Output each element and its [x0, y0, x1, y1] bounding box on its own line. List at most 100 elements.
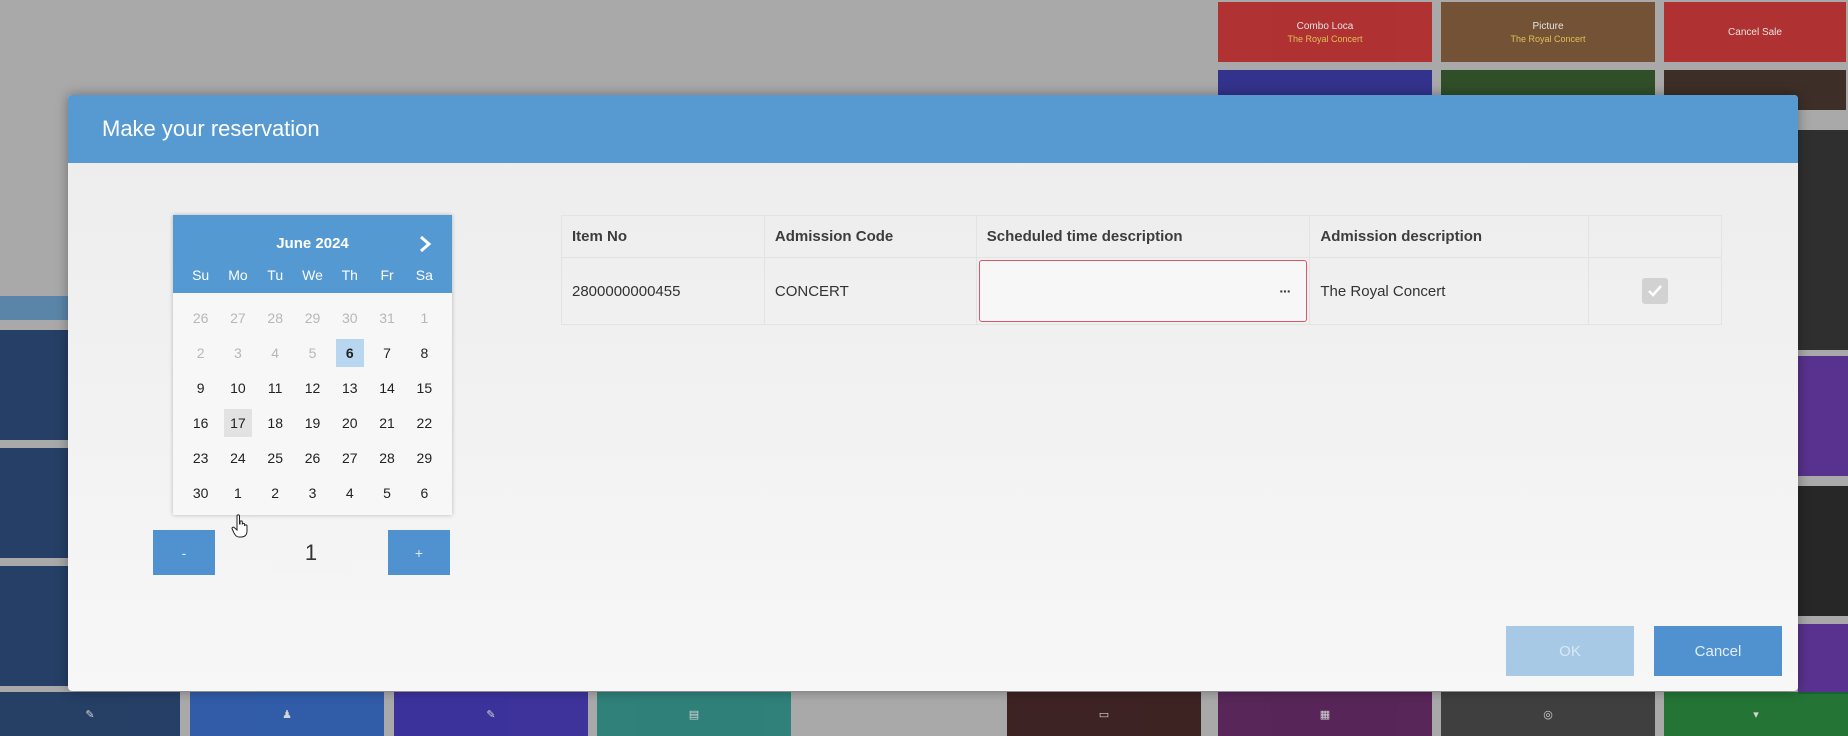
- calendar-day[interactable]: 23: [182, 440, 219, 475]
- ok-button[interactable]: OK: [1506, 626, 1634, 676]
- calendar-day[interactable]: 3: [219, 335, 256, 370]
- bg-left-strip: [0, 296, 68, 320]
- calendar-day[interactable]: 16: [182, 405, 219, 440]
- calendar-day[interactable]: 5: [368, 475, 405, 510]
- calendar-day[interactable]: 7: [368, 335, 405, 370]
- bg-tile-icon: ✎: [486, 708, 496, 721]
- calendar-day[interactable]: 4: [331, 475, 368, 510]
- calendar-day-number: 5: [383, 484, 391, 501]
- calendar-header: June 2024 Su Mo Tu We Th Fr Sa: [173, 215, 452, 293]
- calendar-day[interactable]: 28: [257, 300, 294, 335]
- calendar-day[interactable]: 24: [219, 440, 256, 475]
- calendar-day[interactable]: 29: [294, 300, 331, 335]
- calendar-day[interactable]: 1: [406, 300, 443, 335]
- calendar-day-number: 6: [335, 338, 364, 367]
- row-checkbox[interactable]: [1642, 278, 1669, 304]
- calendar-day-number: 9: [196, 379, 205, 396]
- chevron-right-icon[interactable]: [416, 233, 434, 255]
- calendar-day[interactable]: 12: [294, 370, 331, 405]
- calendar-day-number: 1: [234, 484, 242, 501]
- calendar-day[interactable]: 1: [219, 475, 256, 510]
- bg-bottom-tile: [800, 692, 1000, 736]
- calendar-day-today[interactable]: 6: [331, 335, 368, 370]
- bg-tile-icon: ▦: [1319, 708, 1331, 721]
- calendar-day[interactable]: 4: [257, 335, 294, 370]
- calendar-day-number: 30: [192, 484, 209, 501]
- bg-left-tile: [0, 330, 68, 440]
- ellipsis-icon[interactable]: ···: [1279, 283, 1291, 299]
- cancel-button[interactable]: Cancel: [1654, 626, 1782, 676]
- calendar-day[interactable]: 17: [219, 405, 256, 440]
- calendar-day[interactable]: 6: [406, 475, 443, 510]
- checkmark-icon: [1648, 285, 1662, 297]
- bg-tile-icon: ♟: [282, 708, 292, 721]
- increase-quantity-button[interactable]: +: [388, 530, 450, 575]
- calendar-day[interactable]: 26: [294, 440, 331, 475]
- calendar-day-number: 2: [196, 344, 205, 361]
- calendar-day[interactable]: 5: [294, 335, 331, 370]
- calendar-day[interactable]: 31: [368, 300, 405, 335]
- bg-bottom-tile: ▤: [597, 692, 791, 736]
- bg-bottom-tile: ◎: [1441, 692, 1655, 736]
- calendar-month-label: June 2024: [276, 235, 349, 252]
- calendar-day[interactable]: 26: [182, 300, 219, 335]
- scheduled-time-input[interactable]: ···: [978, 260, 1308, 322]
- calendar-day[interactable]: 13: [331, 370, 368, 405]
- calendar-day-number: 3: [308, 484, 317, 501]
- calendar-day[interactable]: 30: [182, 475, 219, 510]
- calendar-day[interactable]: 3: [294, 475, 331, 510]
- bg-bottom-tile: ✎: [0, 692, 180, 736]
- calendar-day-number: 31: [379, 309, 395, 326]
- calendar-day[interactable]: 14: [368, 370, 405, 405]
- calendar-day[interactable]: 22: [406, 405, 443, 440]
- calendar-day[interactable]: 10: [219, 370, 256, 405]
- calendar-day-number: 27: [341, 449, 358, 466]
- calendar-day[interactable]: 30: [331, 300, 368, 335]
- calendar-day[interactable]: 2: [182, 335, 219, 370]
- calendar-day-number: 29: [304, 309, 321, 326]
- column-header-admission-description: Admission description: [1309, 215, 1590, 258]
- calendar-day-number: 3: [234, 344, 242, 361]
- calendar-day-number: 22: [416, 414, 433, 431]
- calendar-day-number: 23: [192, 449, 209, 466]
- calendar-day[interactable]: 2: [257, 475, 294, 510]
- calendar-day-number: 2: [271, 484, 280, 501]
- calendar-day-number: 24: [230, 449, 246, 466]
- column-header-admission-code: Admission Code: [763, 215, 977, 258]
- calendar-day-number: 14: [379, 379, 395, 396]
- cell-admission-description: The Royal Concert: [1309, 257, 1590, 325]
- weekday-row: Su Mo Tu We Th Fr Sa: [173, 267, 452, 283]
- bg-tile-icon: ▤: [688, 708, 700, 721]
- weekday-label: Fr: [380, 267, 394, 283]
- calendar-day-number: 12: [304, 379, 321, 396]
- calendar-day[interactable]: 9: [182, 370, 219, 405]
- calendar-day[interactable]: 28: [368, 440, 405, 475]
- bg-tile-picture: Picture The Royal Concert: [1441, 2, 1655, 62]
- weekday-label: Su: [192, 267, 210, 283]
- calendar-day-number: 5: [308, 344, 317, 361]
- calendar-day-number: 20: [341, 414, 358, 431]
- calendar-day[interactable]: 11: [257, 370, 294, 405]
- calendar-day[interactable]: 29: [406, 440, 443, 475]
- cell-item-no: 2800000000455: [561, 257, 765, 325]
- calendar-day[interactable]: 20: [331, 405, 368, 440]
- calendar-day[interactable]: 8: [406, 335, 443, 370]
- bg-tile-cancel-sale: Cancel Sale: [1664, 2, 1846, 62]
- date-picker: June 2024 Su Mo Tu We Th Fr Sa 26 27 28 29 30 31 1 2 3…: [173, 215, 452, 515]
- calendar-day[interactable]: 27: [219, 300, 256, 335]
- quantity-input[interactable]: [272, 532, 350, 574]
- bg-bottom-tile: ✎: [394, 692, 588, 736]
- calendar-day-number: 6: [420, 484, 429, 501]
- calendar-day[interactable]: 19: [294, 405, 331, 440]
- calendar-day[interactable]: 21: [368, 405, 405, 440]
- bg-tile-icon: ▾: [1753, 708, 1759, 721]
- calendar-day[interactable]: 27: [331, 440, 368, 475]
- calendar-day[interactable]: 15: [406, 370, 443, 405]
- decrease-quantity-button[interactable]: -: [153, 530, 215, 575]
- calendar-day-number: 15: [416, 379, 433, 396]
- calendar-day[interactable]: 18: [257, 405, 294, 440]
- calendar-day[interactable]: 25: [257, 440, 294, 475]
- column-header-item-no: Item No: [561, 215, 765, 258]
- calendar-day-number: 19: [304, 414, 321, 431]
- calendar-day-number: 13: [341, 379, 358, 396]
